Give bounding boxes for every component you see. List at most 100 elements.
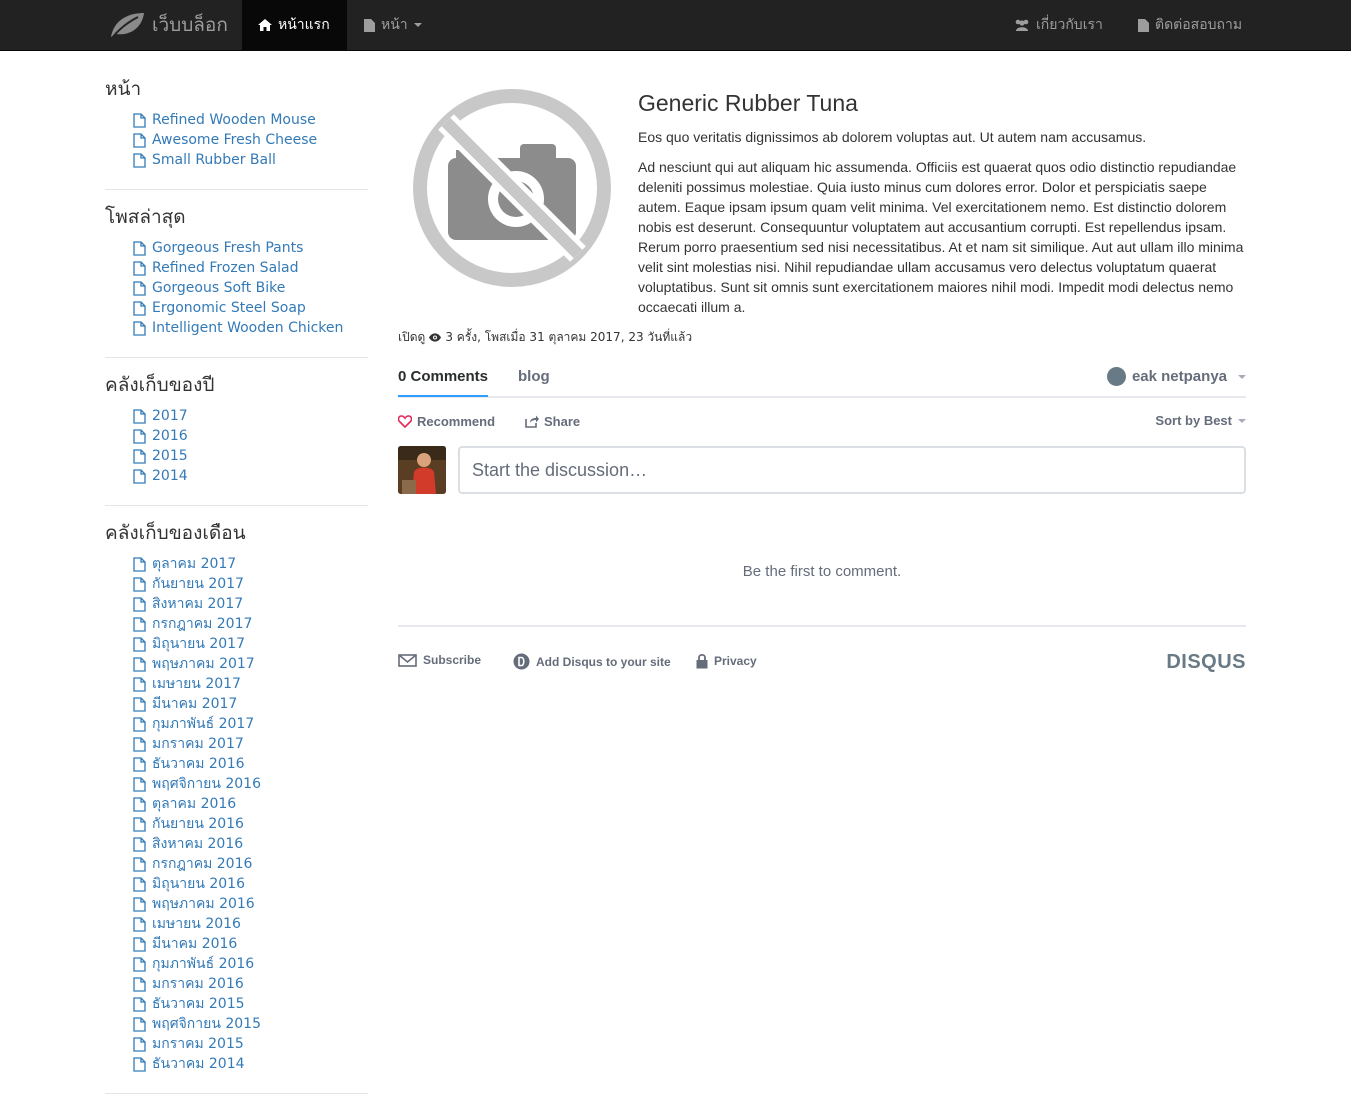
sidebar-link[interactable]: มิถุนายน 2017 bbox=[133, 633, 245, 655]
comment-input[interactable]: Start the discussion… bbox=[458, 446, 1246, 494]
disqus-logo[interactable]: DISQUS bbox=[1166, 651, 1246, 674]
list-item: Gorgeous Fresh Pants bbox=[133, 238, 368, 258]
list-item: มกราคม 2015 bbox=[133, 1034, 368, 1054]
sidebar-link-label: มีนาคม 2017 bbox=[152, 696, 238, 712]
sidebar-link[interactable]: พฤษภาคม 2016 bbox=[133, 893, 255, 915]
sidebar-link[interactable]: ธันวาคม 2016 bbox=[133, 753, 245, 775]
post-content: Generic Rubber Tuna Eos quo veritatis di… bbox=[638, 76, 1246, 327]
sidebar-link[interactable]: Gorgeous Soft Bike bbox=[133, 280, 285, 296]
sidebar-link[interactable]: มีนาคม 2016 bbox=[133, 933, 237, 955]
sidebar-link[interactable]: เมษายน 2016 bbox=[133, 913, 241, 935]
sidebar-link[interactable]: Refined Wooden Mouse bbox=[133, 112, 316, 128]
nav-about[interactable]: เกี่ยวกับเรา bbox=[998, 0, 1119, 50]
sidebar-link-label: ธันวาคม 2015 bbox=[152, 996, 245, 1012]
sidebar-link[interactable]: สิงหาคม 2017 bbox=[133, 593, 243, 615]
nav-pages-dropdown[interactable]: หน้า bbox=[348, 0, 438, 50]
sidebar-link[interactable]: กุมภาพันธ์ 2017 bbox=[133, 713, 254, 735]
sidebar-link[interactable]: Intelligent Wooden Chicken bbox=[133, 320, 343, 336]
users-icon bbox=[1015, 19, 1029, 31]
file-outline-icon bbox=[133, 468, 146, 484]
list-item: 2016 bbox=[133, 426, 368, 446]
add-disqus-link[interactable]: Add Disqus to your site bbox=[513, 653, 671, 670]
sidebar-link-label: สิงหาคม 2017 bbox=[152, 596, 244, 612]
sidebar: หน้า Refined Wooden Mouse Awesome Fresh C… bbox=[105, 72, 368, 1110]
list-item: ธันวาคม 2016 bbox=[133, 754, 368, 774]
sidebar-link[interactable]: พฤศจิกายน 2015 bbox=[133, 1013, 261, 1035]
sidebar-link-label: กุมภาพันธ์ 2016 bbox=[152, 956, 255, 972]
sidebar-link[interactable]: Ergonomic Steel Soap bbox=[133, 300, 306, 316]
list-item: กันยายน 2017 bbox=[133, 574, 368, 594]
sidebar-link[interactable]: เมษายน 2017 bbox=[133, 673, 241, 695]
sidebar-link[interactable]: ตุลาคม 2017 bbox=[133, 553, 236, 575]
sidebar-link[interactable]: Refined Frozen Salad bbox=[133, 260, 299, 276]
sidebar-link[interactable]: มกราคม 2015 bbox=[133, 1033, 244, 1055]
file-outline-icon bbox=[133, 112, 146, 128]
sidebar-link[interactable]: มกราคม 2017 bbox=[133, 733, 244, 755]
lock-icon bbox=[696, 653, 708, 669]
sidebar-link[interactable]: Small Rubber Ball bbox=[133, 152, 276, 168]
sidebar-link[interactable]: ธันวาคม 2015 bbox=[133, 993, 245, 1015]
file-outline-icon bbox=[133, 736, 146, 752]
sidebar-link-label: Refined Wooden Mouse bbox=[152, 112, 316, 128]
sidebar-link-label: มกราคม 2015 bbox=[152, 1036, 244, 1052]
sidebar-link[interactable]: 2017 bbox=[133, 408, 188, 424]
sidebar-section-pages: หน้า Refined Wooden Mouse Awesome Fresh C… bbox=[105, 78, 368, 190]
list-item: พฤษภาคม 2017 bbox=[133, 654, 368, 674]
list-item: ตุลาคม 2017 bbox=[133, 554, 368, 574]
sidebar-link[interactable]: กันยายน 2016 bbox=[133, 813, 244, 835]
share-button[interactable]: Share bbox=[525, 414, 580, 429]
list-item: ตุลาคม 2016 bbox=[133, 794, 368, 814]
disqus-footer: Subscribe Add Disqus to your site Privac… bbox=[398, 625, 1246, 675]
sidebar-link-label: กุมภาพันธ์ 2017 bbox=[152, 716, 255, 732]
user-menu[interactable]: eak netpanya bbox=[1106, 367, 1246, 386]
sidebar-link[interactable]: Gorgeous Fresh Pants bbox=[133, 240, 303, 256]
sidebar-link[interactable]: กรกฎาคม 2016 bbox=[133, 853, 252, 875]
top-navbar: เว็บบล็อก หน้าแรก หน้า เกี่ยวกับเรา ติดต… bbox=[0, 0, 1351, 51]
sidebar-link[interactable]: 2014 bbox=[133, 468, 188, 484]
list-item: สิงหาคม 2017 bbox=[133, 594, 368, 614]
brand-link[interactable]: เว็บบล็อก bbox=[108, 0, 228, 50]
disqus-tabs: 0 Comments blog eak netpanya bbox=[398, 360, 1246, 398]
sidebar-link[interactable]: สิงหาคม 2016 bbox=[133, 833, 243, 855]
file-outline-icon bbox=[133, 956, 146, 972]
file-outline-icon bbox=[133, 936, 146, 952]
sidebar-link[interactable]: พฤษภาคม 2017 bbox=[133, 653, 255, 675]
nav-home[interactable]: หน้าแรก bbox=[242, 0, 347, 50]
sidebar-link[interactable]: 2015 bbox=[133, 448, 188, 464]
list-item: มิถุนายน 2016 bbox=[133, 874, 368, 894]
file-outline-icon bbox=[133, 152, 146, 168]
sidebar-link[interactable]: มีนาคม 2017 bbox=[133, 693, 237, 715]
sidebar-link-label: Gorgeous Soft Bike bbox=[152, 280, 286, 296]
file-outline-icon bbox=[133, 836, 146, 852]
privacy-link[interactable]: Privacy bbox=[696, 653, 757, 669]
sort-dropdown[interactable]: Sort by Best bbox=[1155, 413, 1246, 428]
sidebar-link[interactable]: กุมภาพันธ์ 2016 bbox=[133, 953, 254, 975]
tab-community[interactable]: blog bbox=[518, 368, 550, 385]
sidebar-link[interactable]: กันยายน 2017 bbox=[133, 573, 244, 595]
sidebar-link[interactable]: 2016 bbox=[133, 428, 188, 444]
sidebar-link[interactable]: กรกฎาคม 2017 bbox=[133, 613, 252, 635]
sidebar-link[interactable]: ตุลาคม 2016 bbox=[133, 793, 236, 815]
post-body: Ad nesciunt qui aut aliquam hic assumend… bbox=[638, 159, 1244, 315]
sidebar-link[interactable]: Awesome Fresh Cheese bbox=[133, 132, 317, 148]
subscribe-link[interactable]: Subscribe bbox=[398, 653, 481, 667]
sidebar-link-label: 2017 bbox=[152, 408, 188, 424]
recommend-button[interactable]: Recommend bbox=[398, 414, 495, 429]
sidebar-link[interactable]: มกราคม 2016 bbox=[133, 973, 244, 995]
chat-bubble-icon bbox=[1106, 367, 1126, 386]
disqus-actions: Recommend Share Sort by Best bbox=[398, 398, 1246, 438]
file-outline-icon bbox=[133, 1016, 146, 1032]
sidebar-link[interactable]: ธันวาคม 2014 bbox=[133, 1053, 245, 1075]
file-outline-icon bbox=[133, 636, 146, 652]
sidebar-link-label: 2016 bbox=[152, 428, 188, 444]
tab-comments[interactable]: 0 Comments bbox=[398, 368, 489, 397]
sidebar-link[interactable]: พฤศจิกายน 2016 bbox=[133, 773, 261, 795]
sidebar-link-label: Awesome Fresh Cheese bbox=[152, 132, 318, 148]
file-outline-icon bbox=[133, 132, 146, 148]
nav-contact[interactable]: ติดต่อสอบถาม bbox=[1122, 0, 1258, 50]
post-meta: เปิดดู 3 ครั้ง, โพสเมื่อ 31 ตุลาคม 2017,… bbox=[398, 328, 692, 347]
file-outline-icon bbox=[133, 576, 146, 592]
sidebar-link-label: มิถุนายน 2016 bbox=[152, 876, 245, 892]
sidebar-link[interactable]: มิถุนายน 2016 bbox=[133, 873, 245, 895]
list-item: มกราคม 2017 bbox=[133, 734, 368, 754]
